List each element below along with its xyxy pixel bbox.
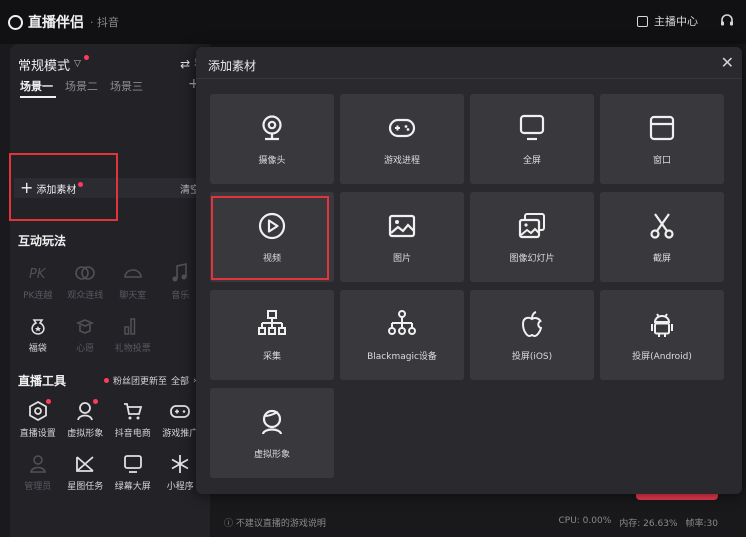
music-icon [169,262,191,284]
status-notice[interactable]: ⓘ 不建议直播的游戏说明 [224,516,326,529]
green-screen-item[interactable]: 绿幕大屏 [109,453,157,492]
headset-icon[interactable] [720,14,734,28]
tile-virtual-avatar[interactable]: 虚拟形象 [210,388,334,478]
avatar-icon [74,399,99,422]
tile-camera[interactable]: 摄像头 [210,94,334,184]
svg-text:PK: PK [29,267,47,282]
fullscreen-monitor-icon [519,114,545,140]
admin-icon [27,453,49,475]
image-icon [388,214,416,237]
mode-select[interactable]: 常规模式 [18,55,70,74]
monitor-icon [122,453,144,475]
highlight-add-material [9,153,118,221]
tile-slideshow[interactable]: 图像幻灯片 [470,192,594,282]
scene-tabs: 场景一 场景二 场景三 [20,78,155,94]
tile-android-cast[interactable]: 投屏(Android) [600,290,724,380]
gift-vote-item[interactable]: 礼物投票 [109,315,157,354]
wish-item[interactable]: 心愿 [62,315,110,354]
notification-dot [104,378,109,383]
mini-program-icon [169,453,191,475]
tile-screenshot[interactable]: 截屏 [600,192,724,282]
platform-label: · 抖音 [90,16,119,29]
status-bar: ⓘ 不建议直播的游戏说明 CPU: 0.00% 内存: 26.63% 帧率:30 [210,504,746,537]
title-bar: 直播伴侣 · 抖音 主播中心 [0,0,746,44]
virtual-avatar-icon [261,409,283,434]
left-panel: 常规模式 ▽ ⇄ 导播 场景一 场景二 场景三 + + 添加素材 清空 互动玩法… [10,44,218,537]
app-logo-icon [8,14,23,30]
star-task-icon [74,453,96,475]
chevron-down-icon[interactable]: ▽ [74,59,81,69]
camera-icon [262,114,282,140]
vote-icon [122,315,144,337]
window-icon [649,115,675,140]
tile-capture[interactable]: 采集 [210,290,334,380]
fans-update-notice[interactable]: 粉丝团更新至 全部 › [104,374,197,387]
dialog-header: 添加素材 ✕ [196,47,742,79]
slideshow-icon [518,212,545,238]
tile-image[interactable]: 图片 [340,192,464,282]
pk-icon: PK [27,262,49,284]
live-settings-item[interactable]: 直播设置 [14,399,62,439]
app-title: 直播伴侣 [28,15,84,31]
android-icon [651,312,673,337]
audience-link-item[interactable]: 观众连线 [62,262,110,301]
tile-ios-cast[interactable]: 投屏(iOS) [470,290,594,380]
chat-room-icon [122,262,144,284]
tile-blackmagic[interactable]: Blackmagic设备 [340,290,464,380]
anchor-center-link[interactable]: 主播中心 [654,13,698,29]
tab-scene-2[interactable]: 场景二 [65,78,98,94]
close-icon[interactable]: ✕ [721,53,734,72]
gamepad-icon [169,400,191,422]
dialog-title: 添加素材 [208,59,257,73]
cpu-usage: CPU: 0.00% [558,516,612,526]
blackmagic-network-icon [388,309,416,335]
notification-dot [84,55,89,60]
anchor-center-icon [637,15,648,27]
wish-icon [74,315,96,337]
tile-game-process[interactable]: 游戏进程 [340,94,464,184]
star-task-item[interactable]: 星图任务 [62,453,110,492]
interactive-section-title: 互动玩法 [18,234,67,248]
ecommerce-item[interactable]: 抖音电商 [109,400,157,439]
virtual-avatar-item[interactable]: 虚拟形象 [62,399,110,439]
admin-item[interactable]: 管理员 [14,453,62,492]
tools-section-title: 直播工具 [18,374,67,388]
tile-fullscreen[interactable]: 全屏 [470,94,594,184]
active-tab-indicator [20,96,56,98]
link-icon [74,262,96,284]
capture-network-icon [258,309,286,335]
lucky-bag-icon [27,315,49,337]
pk-item[interactable]: PK PK连越 [14,262,62,301]
tools-grid: 直播设置 虚拟形象 抖音电商 游戏推广 管理员 星图任务 绿幕大屏 小程序 [14,399,204,492]
all-tools-link[interactable]: 全部 [171,374,189,387]
settings-icon [27,399,51,422]
cart-icon [122,400,144,422]
chat-room-item[interactable]: 聊天室 [109,262,157,301]
highlight-video-tile [211,196,329,280]
tile-window[interactable]: 窗口 [600,94,724,184]
apple-icon [521,310,543,337]
frame-rate: 帧率:30 [685,519,719,529]
material-grid: 摄像头 游戏进程 全屏 窗口 视频 图片 图像幻灯片 截屏 采集 Blackma… [210,94,724,478]
memory-usage: 内存: 26.63% [619,519,678,529]
tab-scene-3[interactable]: 场景三 [110,78,143,94]
tab-scene-1[interactable]: 场景一 [20,78,53,94]
interactive-grid: PK PK连越 观众连线 聊天室 音乐 福袋 心愿 礼物投票 [14,262,204,354]
lucky-bag-item[interactable]: 福袋 [14,315,62,354]
scissors-icon [650,212,674,239]
game-process-icon [388,118,416,137]
